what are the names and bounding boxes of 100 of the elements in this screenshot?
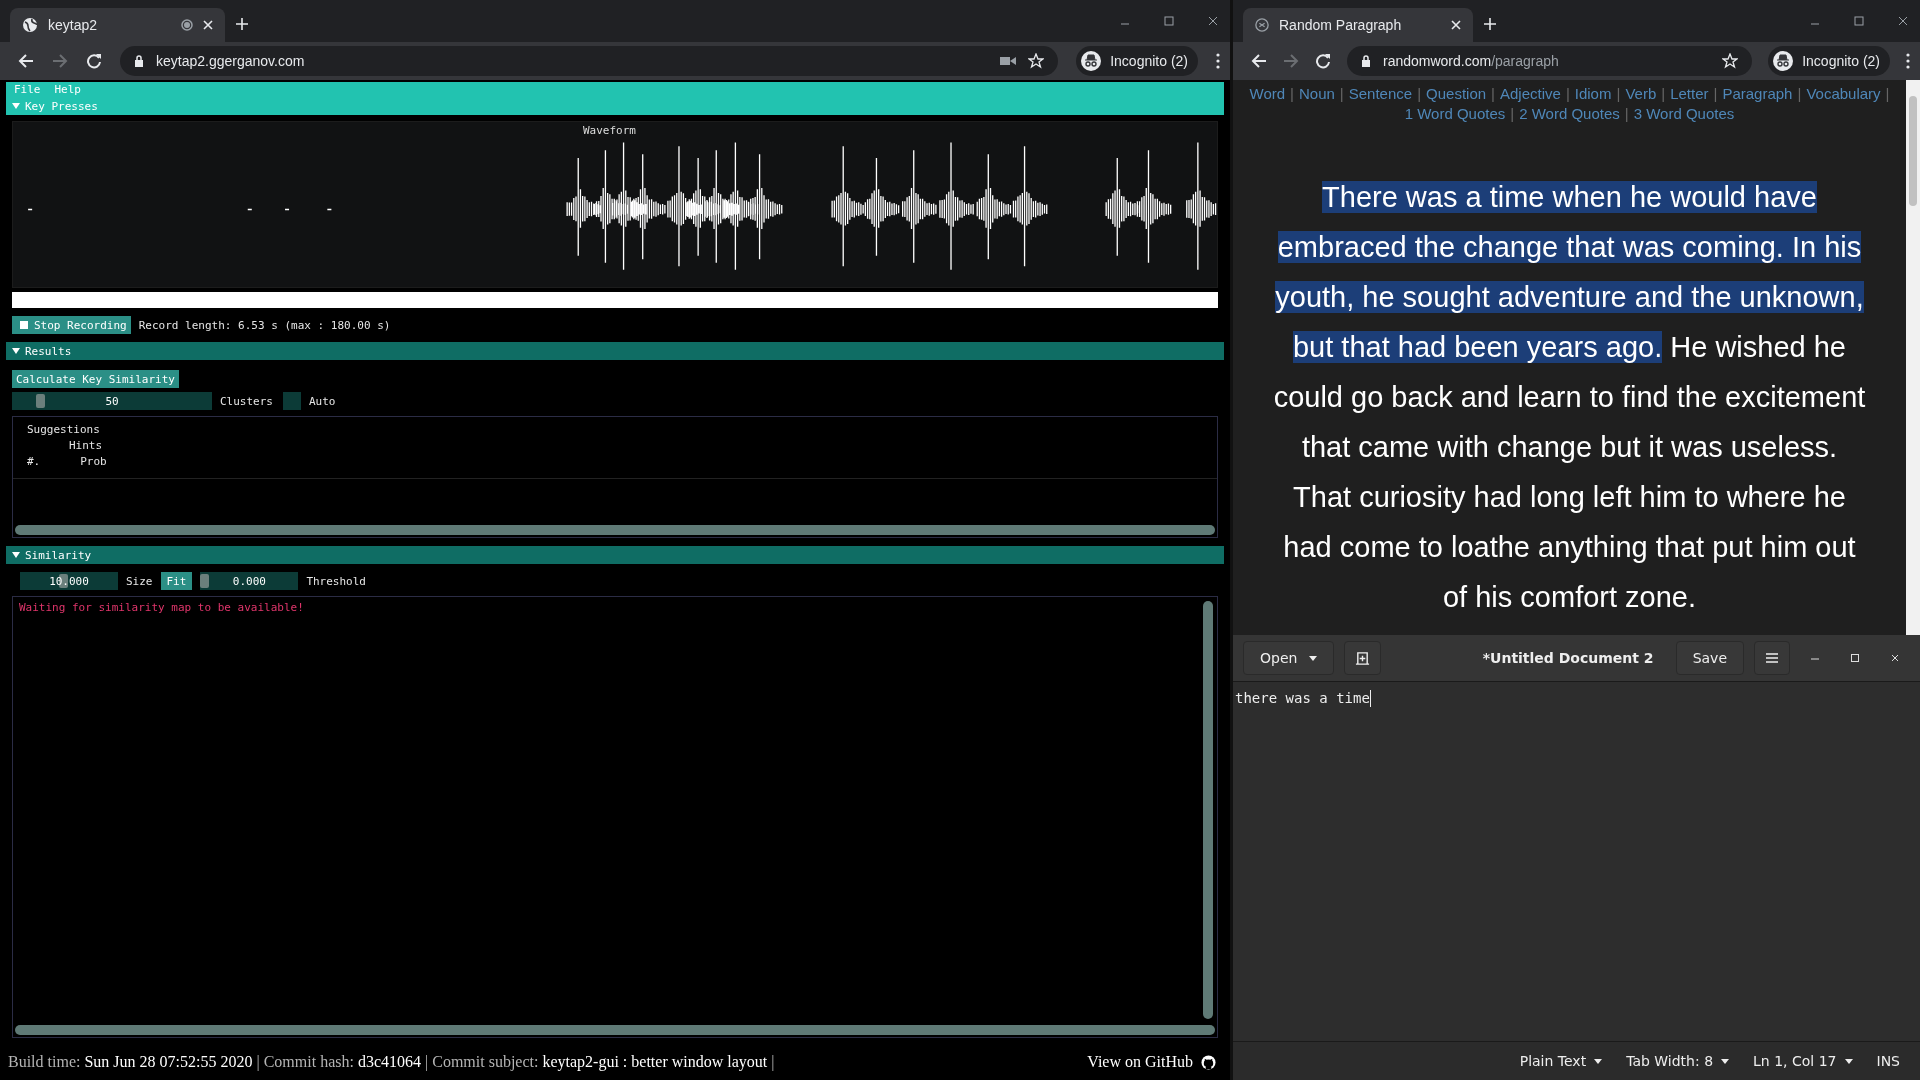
scrollbar[interactable] bbox=[1906, 80, 1920, 635]
github-icon[interactable] bbox=[1201, 1054, 1216, 1070]
nav-link[interactable]: Vocabulary bbox=[1806, 84, 1881, 104]
separator-text: | bbox=[1624, 104, 1629, 124]
nav-link[interactable]: Word bbox=[1249, 84, 1286, 104]
stop-recording-button[interactable]: Stop Recording bbox=[12, 316, 131, 334]
menu-icon bbox=[1765, 652, 1779, 664]
table-heading: Suggestions bbox=[27, 423, 101, 436]
more-menu-icon[interactable] bbox=[1906, 53, 1910, 69]
nav-link[interactable]: Verb bbox=[1625, 84, 1657, 104]
new-tab-icon[interactable] bbox=[1483, 17, 1497, 31]
section-header[interactable]: Similarity bbox=[6, 546, 1224, 564]
column-header: #. bbox=[27, 455, 41, 468]
reload-icon[interactable] bbox=[1315, 53, 1331, 69]
nav-link[interactable]: Noun bbox=[1299, 84, 1335, 104]
calculate-button[interactable]: Calculate Key Similarity bbox=[12, 370, 179, 388]
size-slider[interactable]: 10.000 bbox=[20, 572, 118, 590]
caret-icon bbox=[1309, 655, 1318, 661]
document-title: *Untitled Document 2 bbox=[1482, 650, 1654, 666]
star-icon[interactable] bbox=[1028, 53, 1045, 69]
scrollbar[interactable] bbox=[1203, 601, 1213, 1019]
nav-link[interactable]: Letter bbox=[1670, 84, 1709, 104]
address-field[interactable]: randomword.com/paragraph bbox=[1347, 46, 1753, 76]
lock-icon bbox=[1361, 55, 1371, 67]
separator-text: | bbox=[1616, 84, 1621, 104]
slider-handle[interactable] bbox=[200, 574, 210, 588]
new-tab-icon[interactable] bbox=[235, 17, 249, 31]
open-button[interactable]: Open bbox=[1243, 641, 1335, 675]
nav-link[interactable]: Sentence bbox=[1348, 84, 1413, 104]
status-bar-dropdown[interactable]: Plain Text bbox=[1519, 1053, 1603, 1069]
address-field[interactable]: keytap2.ggerganov.com bbox=[120, 46, 1059, 76]
triangle-icon bbox=[12, 551, 20, 559]
separator-text: | bbox=[1661, 84, 1666, 104]
fit-button[interactable]: Fit bbox=[160, 572, 193, 590]
separator-text: | bbox=[1290, 84, 1294, 104]
record-length-text: Record length: 6.53 s (max : 180.00 s) bbox=[138, 318, 391, 332]
separator-text: | bbox=[425, 1053, 429, 1071]
section-title: Similarity bbox=[25, 548, 92, 562]
nav-link[interactable]: Paragraph bbox=[1722, 84, 1793, 104]
incognito-button[interactable]: Incognito (2) bbox=[1076, 46, 1198, 76]
separator-text: | bbox=[1339, 84, 1344, 104]
status-bar-dropdown[interactable]: Ln 1, Col 17 bbox=[1753, 1053, 1853, 1069]
menu-button[interactable] bbox=[1754, 641, 1790, 675]
nav-link[interactable]: 2 Word Quotes bbox=[1519, 104, 1620, 124]
nav-link[interactable]: Question bbox=[1426, 84, 1487, 104]
new-document-button[interactable] bbox=[1344, 641, 1382, 675]
nav-link[interactable]: Adjective bbox=[1500, 84, 1561, 104]
incognito-button[interactable]: Incognito (2) bbox=[1768, 46, 1890, 76]
nav-link[interactable]: 1 Word Quotes bbox=[1404, 104, 1506, 124]
slider-label: Threshold bbox=[306, 574, 366, 588]
scrollbar[interactable] bbox=[15, 1025, 1215, 1035]
table-heading: Hints bbox=[68, 439, 104, 452]
more-menu-icon[interactable] bbox=[1216, 53, 1220, 69]
threshold-slider[interactable]: 0.000 bbox=[200, 572, 299, 590]
separator-text: | bbox=[1491, 84, 1495, 104]
footer-value: d3c41064 bbox=[357, 1053, 421, 1071]
status-bar-dropdown[interactable]: Tab Width: 8 bbox=[1626, 1053, 1730, 1069]
section-header[interactable]: Results bbox=[6, 342, 1224, 360]
footer-value: keytap2-gui : better window layout bbox=[542, 1053, 768, 1071]
slider-label: Size bbox=[126, 574, 153, 588]
section-title: Results bbox=[25, 344, 72, 358]
star-icon[interactable] bbox=[1722, 53, 1739, 69]
footer-label: Commit subject: bbox=[432, 1053, 539, 1071]
nav-link[interactable]: Idiom bbox=[1574, 84, 1612, 104]
waveform-title: Waveform bbox=[583, 124, 636, 137]
slider-handle[interactable] bbox=[36, 394, 45, 408]
clusters-slider[interactable]: 50 bbox=[12, 392, 212, 410]
auto-checkbox[interactable] bbox=[283, 392, 301, 410]
column-header: Prob bbox=[79, 455, 107, 468]
incognito-icon bbox=[1773, 51, 1794, 71]
camera-icon[interactable] bbox=[1000, 55, 1017, 67]
back-arrow-icon[interactable] bbox=[18, 53, 34, 69]
caret-icon bbox=[1844, 1058, 1853, 1064]
status-bar-dropdown[interactable]: INS bbox=[1876, 1053, 1900, 1069]
github-link[interactable]: View on GitHub bbox=[1087, 1053, 1193, 1071]
browser-tab[interactable]: keytap2 bbox=[10, 8, 225, 42]
tab-title: Random Paragraph bbox=[1279, 17, 1403, 33]
separator-text: | bbox=[1417, 84, 1422, 104]
lock-icon bbox=[134, 55, 144, 67]
separator-text: | bbox=[1565, 84, 1570, 104]
status-message: Waiting for similarity map to be available! bbox=[19, 601, 304, 616]
close-icon[interactable] bbox=[1208, 16, 1218, 26]
tab-title: keytap2 bbox=[48, 17, 99, 33]
editor-text[interactable]: there was a time bbox=[1235, 690, 1370, 706]
browser-tab[interactable]: Random Paragraph bbox=[1243, 8, 1473, 42]
separator-text: | bbox=[1797, 84, 1802, 104]
triangle-icon bbox=[12, 102, 20, 110]
separator-text: | bbox=[771, 1053, 775, 1071]
recording-dot-icon bbox=[181, 19, 193, 31]
reload-icon[interactable] bbox=[86, 53, 102, 69]
separator-text: | bbox=[256, 1053, 260, 1071]
separator-text: | bbox=[1713, 84, 1718, 104]
maximize-icon[interactable] bbox=[1164, 16, 1174, 26]
scrollbar[interactable] bbox=[15, 525, 1215, 535]
separator-text: | bbox=[1885, 84, 1890, 104]
save-button[interactable]: Save bbox=[1675, 641, 1744, 675]
close-icon[interactable] bbox=[1898, 16, 1908, 26]
maximize-icon[interactable] bbox=[1854, 16, 1864, 26]
nav-link[interactable]: 3 Word Quotes bbox=[1633, 104, 1735, 124]
back-arrow-icon[interactable] bbox=[1251, 53, 1267, 69]
